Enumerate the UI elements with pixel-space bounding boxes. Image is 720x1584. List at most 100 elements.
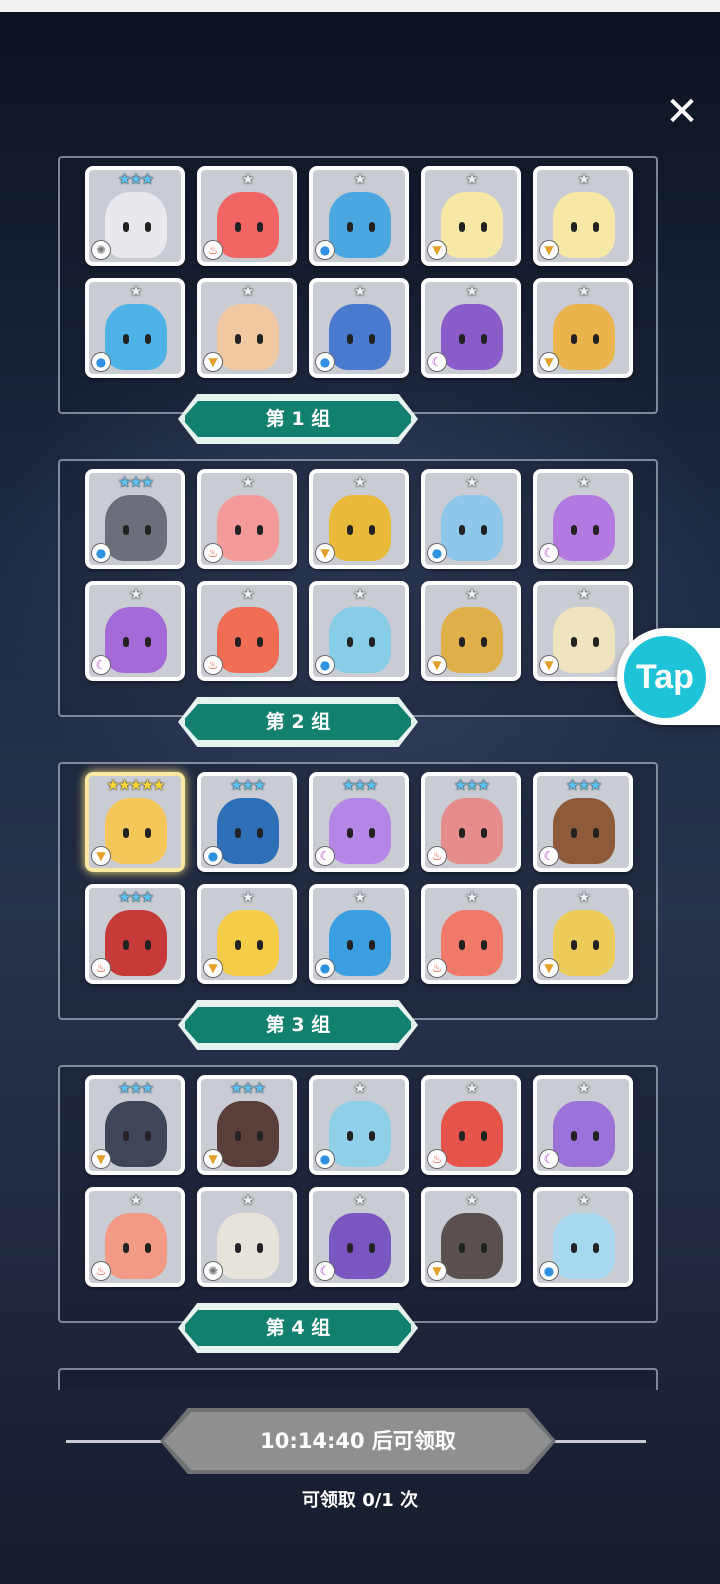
light-element-icon: ✺ — [204, 1262, 222, 1280]
character-card[interactable]: ★ ☾ — [421, 278, 521, 378]
star-rating: ★ — [577, 473, 590, 491]
water-element-icon: ● — [92, 544, 110, 562]
character-card[interactable]: ★ ▼ — [197, 278, 297, 378]
star-rating: ★ — [465, 1191, 478, 1209]
character-eyes — [459, 525, 487, 535]
group-list[interactable]: ★★★ ✺ ★ ♨ ★ ● ★ ▼ ★ ▼ ★ ● ★ ▼ ★ ● ★ ☾ ★ ▼ 第 1 组 ★★★ ● ★ ♨ ★ ▼ ★ ● ★ ☾ ★… — [0, 140, 720, 1390]
character-eyes — [347, 525, 375, 535]
character-eyes — [459, 637, 487, 647]
character-card[interactable]: ★ ▼ — [533, 884, 633, 984]
water-element-icon: ● — [316, 353, 334, 371]
star-rating: ★ — [241, 585, 254, 603]
character-card[interactable]: ★ ▼ — [421, 581, 521, 681]
character-card[interactable]: ★★★ ▼ — [197, 1075, 297, 1175]
star-rating: ★ — [241, 473, 254, 491]
group-label: 第 2 组 — [182, 701, 414, 743]
tap-floating-button[interactable]: Tap — [617, 628, 720, 725]
character-eyes — [235, 940, 263, 950]
character-card[interactable]: ★ ☾ — [533, 1075, 633, 1175]
character-card[interactable]: ★★★ ♨ — [421, 772, 521, 872]
character-eyes — [571, 940, 599, 950]
star-rating: ★ — [577, 1079, 590, 1097]
wind-element-icon: ▼ — [428, 241, 446, 259]
character-card[interactable]: ★ ▼ — [533, 278, 633, 378]
wind-element-icon: ▼ — [316, 544, 334, 562]
star-rating: ★ — [353, 585, 366, 603]
character-card[interactable]: ★ ♨ — [197, 581, 297, 681]
star-rating: ★ — [577, 888, 590, 906]
character-card[interactable]: ★ ▼ — [309, 469, 409, 569]
character-card[interactable]: ★ ☾ — [309, 1187, 409, 1287]
character-eyes — [123, 334, 151, 344]
star-rating: ★ — [465, 170, 478, 188]
character-card[interactable]: ★ ☾ — [533, 469, 633, 569]
tap-logo-icon: Tap — [624, 636, 706, 718]
star-rating: ★ — [129, 282, 142, 300]
character-card[interactable]: ★ ♨ — [197, 166, 297, 266]
dark-element-icon: ☾ — [540, 1150, 558, 1168]
star-rating: ★ — [353, 282, 366, 300]
star-rating: ★ — [577, 585, 590, 603]
light-element-icon: ✺ — [92, 241, 110, 259]
character-eyes — [347, 637, 375, 647]
star-rating: ★ — [353, 170, 366, 188]
character-eyes — [235, 1243, 263, 1253]
group-label: 第 4 组 — [182, 1307, 414, 1349]
character-card[interactable]: ★ ♨ — [85, 1187, 185, 1287]
character-eyes — [123, 1243, 151, 1253]
fire-element-icon: ♨ — [92, 959, 110, 977]
character-card[interactable]: ★ ● — [85, 278, 185, 378]
group-panel: ★★★ ✺ ★ ♨ ★ ● ★ ▼ ★ ▼ ★ ● ★ ▼ ★ ● ★ ☾ ★ ▼ — [58, 156, 658, 414]
dark-element-icon: ☾ — [428, 353, 446, 371]
character-card[interactable]: ★ ▼ — [197, 884, 297, 984]
wind-element-icon: ▼ — [204, 1150, 222, 1168]
fire-element-icon: ♨ — [92, 1262, 110, 1280]
character-card[interactable]: ★★★★★ ▼ — [85, 772, 185, 872]
star-rating: ★ — [241, 282, 254, 300]
group-label: 第 3 组 — [182, 1004, 414, 1046]
claim-button[interactable]: 10:14:40 后可领取 — [164, 1412, 552, 1470]
star-rating: ★★★ — [229, 776, 266, 794]
character-eyes — [459, 222, 487, 232]
character-card[interactable]: ★ ▼ — [533, 166, 633, 266]
wind-element-icon: ▼ — [92, 1150, 110, 1168]
character-card[interactable]: ★★★ ▼ — [85, 1075, 185, 1175]
character-card[interactable]: ★ ♨ — [421, 884, 521, 984]
wind-element-icon: ▼ — [204, 353, 222, 371]
character-card[interactable]: ★ ● — [533, 1187, 633, 1287]
character-card[interactable]: ★★★ ♨ — [85, 884, 185, 984]
star-rating: ★ — [241, 170, 254, 188]
character-card[interactable]: ★ ☾ — [85, 581, 185, 681]
close-button[interactable]: ✕ — [662, 92, 702, 132]
character-card[interactable]: ★ ♨ — [421, 1075, 521, 1175]
character-eyes — [123, 637, 151, 647]
footer-divider-right — [550, 1440, 646, 1443]
character-card[interactable]: ★ ● — [309, 884, 409, 984]
dark-element-icon: ☾ — [92, 656, 110, 674]
character-eyes — [571, 1243, 599, 1253]
character-card[interactable]: ★★★ ● — [197, 772, 297, 872]
character-card[interactable]: ★ ● — [421, 469, 521, 569]
character-eyes — [235, 637, 263, 647]
star-rating: ★ — [465, 282, 478, 300]
character-eyes — [459, 828, 487, 838]
character-card[interactable]: ★ ● — [309, 581, 409, 681]
character-card[interactable]: ★ ▼ — [421, 1187, 521, 1287]
character-eyes — [235, 334, 263, 344]
character-card[interactable]: ★★★ ● — [85, 469, 185, 569]
wind-element-icon: ▼ — [428, 656, 446, 674]
fire-element-icon: ♨ — [428, 959, 446, 977]
star-rating: ★ — [465, 585, 478, 603]
character-card[interactable]: ★ ● — [309, 166, 409, 266]
character-card[interactable]: ★★★ ☾ — [309, 772, 409, 872]
character-card[interactable]: ★ ▼ — [421, 166, 521, 266]
star-rating: ★ — [353, 1079, 366, 1097]
character-card[interactable]: ★ ● — [309, 278, 409, 378]
character-card[interactable]: ★ ♨ — [197, 469, 297, 569]
character-card[interactable]: ★★★ ✺ — [85, 166, 185, 266]
character-card[interactable]: ★ ● — [309, 1075, 409, 1175]
character-card[interactable]: ★ ✺ — [197, 1187, 297, 1287]
water-element-icon: ● — [204, 847, 222, 865]
character-card[interactable]: ★★★ ☾ — [533, 772, 633, 872]
dark-element-icon: ☾ — [540, 847, 558, 865]
